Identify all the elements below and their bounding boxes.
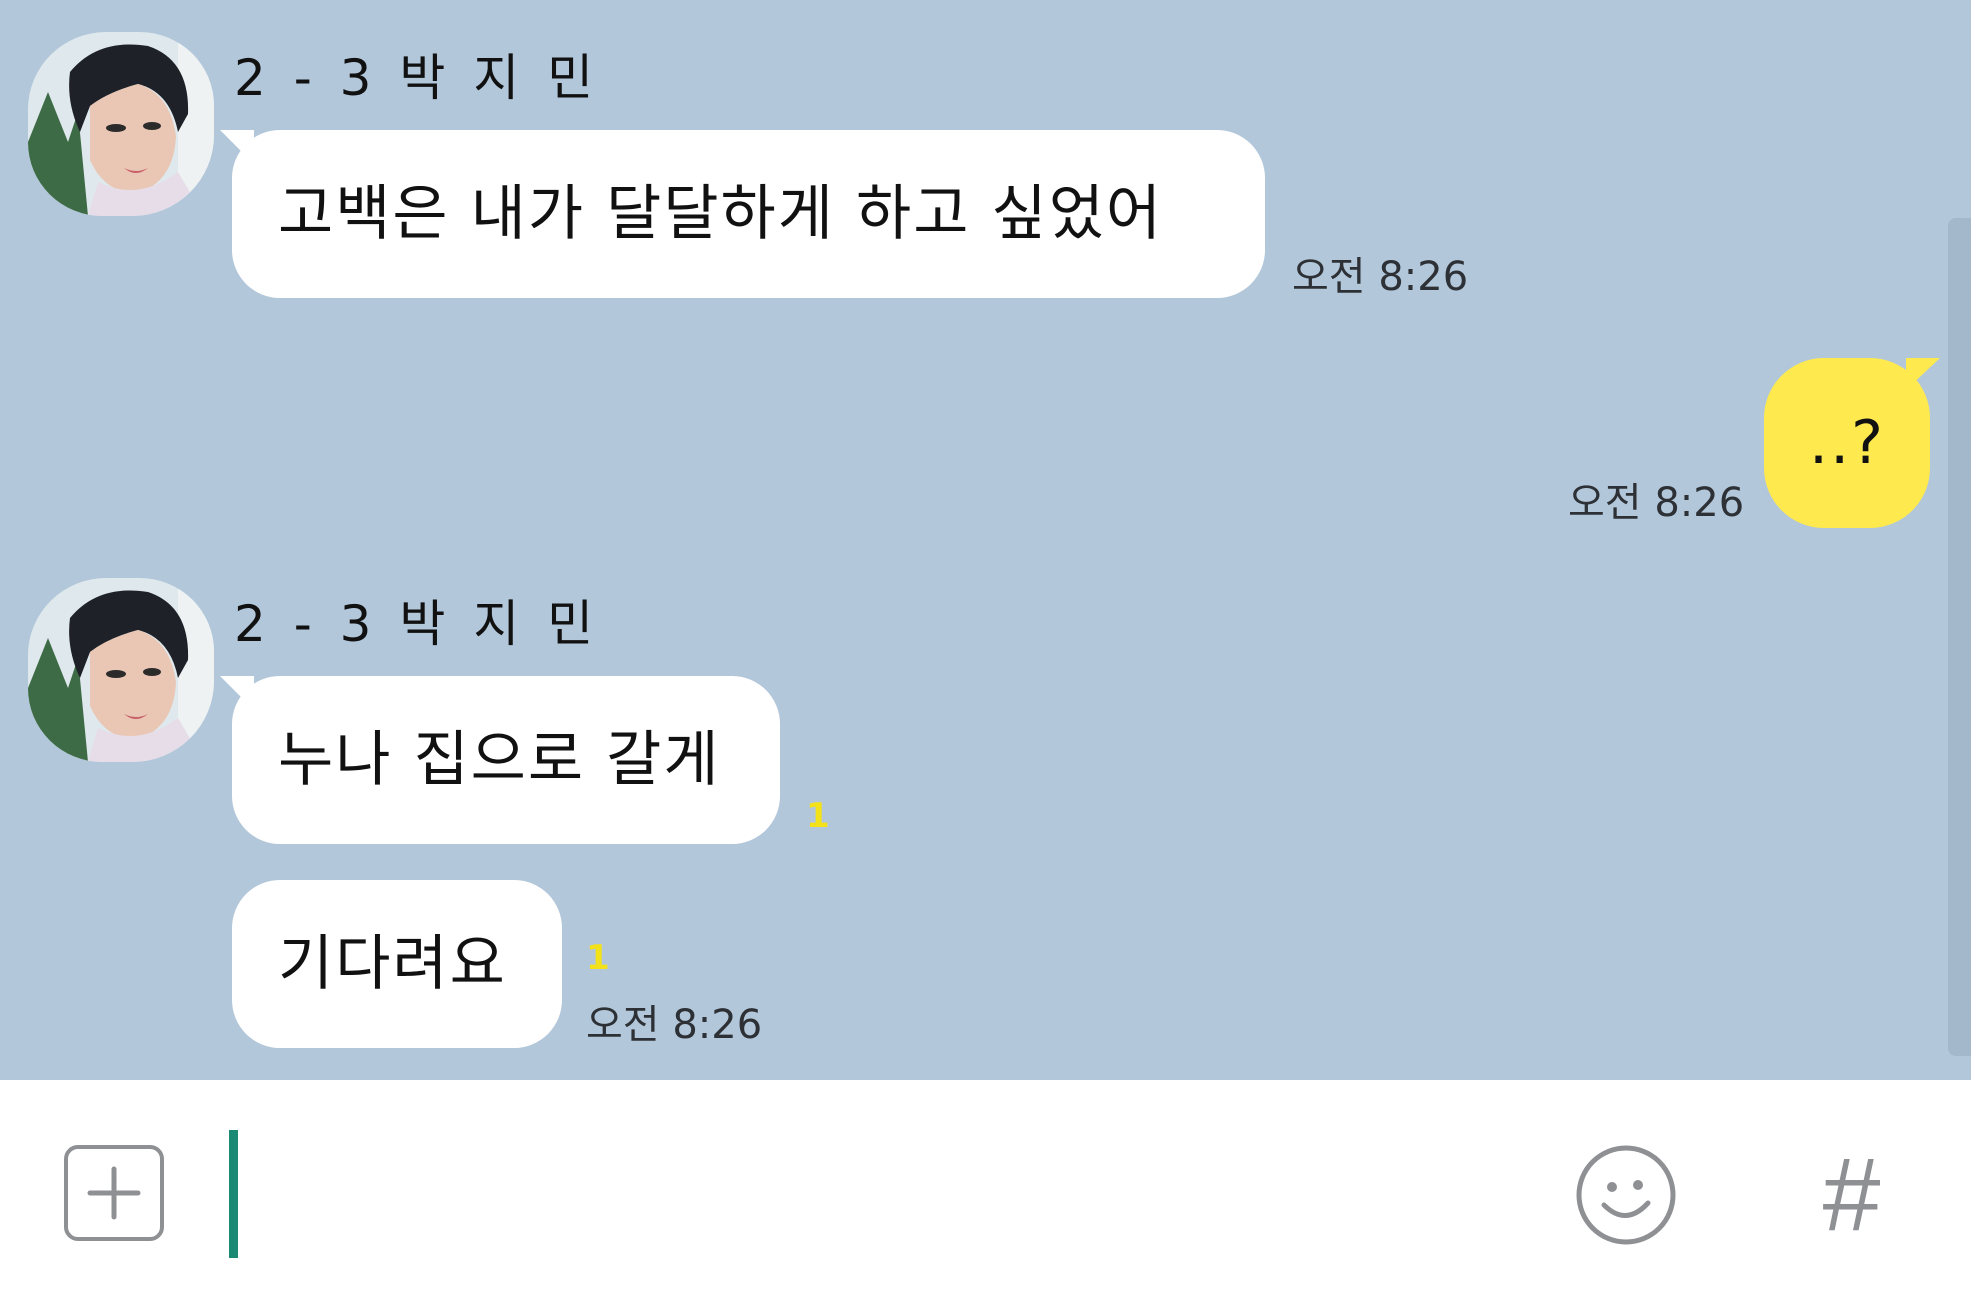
smiley-icon bbox=[1576, 1145, 1676, 1245]
emoji-button[interactable] bbox=[1574, 1143, 1678, 1247]
sender-avatar[interactable] bbox=[28, 578, 214, 762]
unread-count: 1 bbox=[586, 938, 610, 978]
message-time: 오전 8:26 bbox=[1568, 480, 1745, 526]
hashtag-search-button[interactable]: # bbox=[1800, 1143, 1900, 1247]
chat-area[interactable]: 2 - 3 박 지 민 고백은 내가 달달하게 하고 싶었어 오전 8:26 오… bbox=[0, 0, 1971, 1080]
sender-name: 2 - 3 박 지 민 bbox=[234, 595, 600, 653]
sender-name: 2 - 3 박 지 민 bbox=[234, 49, 600, 107]
my-message-bubble[interactable]: ..? bbox=[1764, 358, 1940, 528]
sender-avatar[interactable] bbox=[28, 32, 214, 216]
message-time: 오전 8:26 bbox=[586, 1002, 763, 1048]
message-bubble[interactable]: 기다려요 bbox=[232, 880, 562, 1048]
message-input[interactable] bbox=[228, 1130, 1522, 1260]
plus-button[interactable] bbox=[64, 1145, 164, 1241]
message-bubble[interactable]: 고백은 내가 달달하게 하고 싶었어 bbox=[220, 130, 1265, 298]
plus-icon bbox=[87, 1166, 141, 1220]
text-caret bbox=[229, 1130, 238, 1258]
message-time: 오전 8:26 bbox=[1292, 254, 1469, 300]
message-bubble[interactable]: 누나 집으로 갈게 bbox=[220, 676, 780, 844]
scrollbar[interactable] bbox=[1948, 218, 1971, 1056]
unread-count: 1 bbox=[806, 796, 830, 836]
